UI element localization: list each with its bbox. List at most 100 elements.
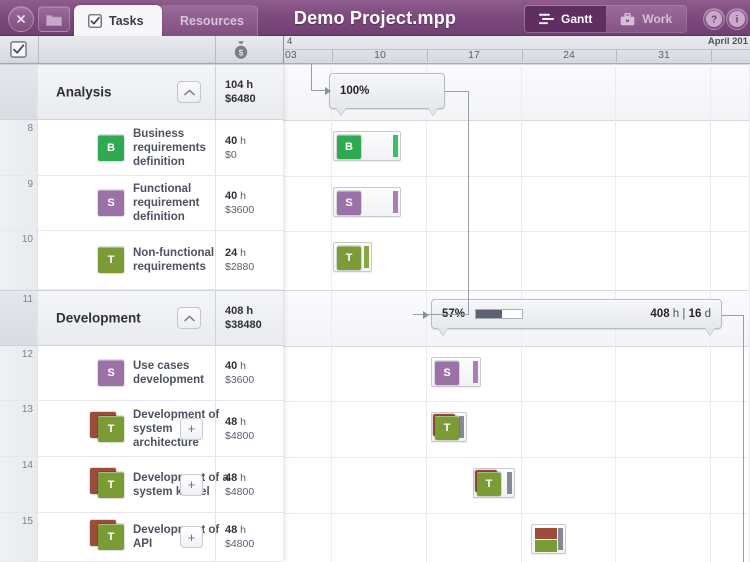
timeline-tick-label: 17 <box>468 49 480 61</box>
title-bar: Tasks Resources Demo Project.mpp Gantt W… <box>0 0 750 36</box>
tab-tasks-label: Tasks <box>109 13 144 28</box>
summary-bar-notch <box>428 108 438 115</box>
timeline-month-right: April 201 <box>707 36 748 47</box>
gantt-row-separator <box>283 120 750 121</box>
task-hours-unit: h <box>240 360 247 372</box>
row-number: 8 <box>27 123 33 134</box>
group-row[interactable]: Analysis 104 h $6480 <box>0 64 283 120</box>
row-body: TDevelopment of a system kernel+48 h$480… <box>38 457 283 512</box>
group-name: Development <box>56 310 141 326</box>
table-row[interactable]: 14 TDevelopment of a system kernel+48 h$4… <box>0 457 283 513</box>
column-header: $ 4 April 201 03 10 17 24 31 <box>0 36 750 64</box>
row-number: 10 <box>21 234 33 245</box>
table-row[interactable]: 10 T Non-functional requirements 24 h $2880 <box>0 231 283 290</box>
view-mode-gantt-label: Gantt <box>561 12 593 26</box>
header-check-column[interactable] <box>10 41 27 58</box>
checkbox-icon <box>10 41 27 58</box>
task-hours-unit: h <box>240 471 247 484</box>
task-hours: 48 <box>225 524 238 536</box>
help-button[interactable]: ? <box>703 8 725 30</box>
view-mode-gantt[interactable]: Gantt <box>525 6 607 32</box>
gantt-task-bar[interactable]: T <box>333 242 372 272</box>
gantt-row-separator <box>283 401 750 402</box>
gantt-summary-bar-development[interactable]: 57% 408 h | 16 d <box>431 299 722 335</box>
gantt-row-separator <box>283 290 750 291</box>
svg-text:?: ? <box>711 15 717 26</box>
gantt-task-bar[interactable]: S <box>431 357 481 387</box>
add-resource-button[interactable]: + <box>180 417 203 440</box>
task-hours: 48 <box>225 471 238 484</box>
row-metrics: 104 h $6480 <box>215 65 283 119</box>
table-row[interactable]: 9 S Functional requirement definition 40 h $… <box>0 176 283 231</box>
row-metrics: 40 h $0 <box>215 120 283 175</box>
gantt-task-bar[interactable]: B <box>333 131 401 161</box>
table-row[interactable]: 12 S Use cases development 40 h $3600 <box>0 346 283 401</box>
add-resource-button[interactable]: + <box>180 526 203 548</box>
task-bar-badge: T <box>435 416 459 440</box>
info-button[interactable]: i <box>726 8 748 30</box>
summary-duration-unit: d <box>704 308 711 320</box>
gantt-row-separator <box>283 231 750 232</box>
gantt-task-bar[interactable]: T <box>431 412 467 442</box>
timeline-tick-mark <box>711 50 712 62</box>
view-mode-work-label: Work <box>642 12 673 26</box>
group-name: Analysis <box>56 84 112 100</box>
open-folder-button[interactable] <box>38 6 70 32</box>
row-number-gutter: 13 <box>0 401 38 456</box>
group-row[interactable]: 11 Development 408 h $38480 <box>0 290 283 346</box>
task-hours: 40 <box>225 190 238 202</box>
gantt-task-bar[interactable]: T <box>473 468 515 498</box>
money-bag-icon: $ <box>234 41 248 59</box>
timeline-tick-mark <box>522 50 523 62</box>
summary-percent: 100% <box>340 85 370 97</box>
collapse-group-button[interactable] <box>177 307 201 329</box>
row-body: T Non-functional requirements 24 h $2880 <box>38 231 283 289</box>
summary-bar-notch <box>336 108 346 115</box>
header-cost-column[interactable]: $ <box>232 40 250 60</box>
row-body: T Development of API +48 h $4800 <box>38 513 283 561</box>
timeline-tick-row: 03 10 17 24 31 <box>284 49 750 63</box>
row-metrics: 48 h $4800 <box>215 513 283 561</box>
gantt-dependency-line <box>413 314 469 315</box>
task-hours: 40 <box>225 360 238 372</box>
tab-resources[interactable]: Resources <box>158 5 258 36</box>
timeline-month-left: 4 <box>287 36 293 47</box>
collapse-group-button[interactable] <box>177 81 201 103</box>
table-row[interactable]: 8 B Business requirements definition 40 h $0 <box>0 120 283 176</box>
row-metrics: 48 h $4800 <box>215 401 283 456</box>
tab-tasks[interactable]: Tasks <box>74 5 162 36</box>
timeline-tick-label: 24 <box>563 49 575 61</box>
row-number: 14 <box>21 460 33 471</box>
task-hours: 104 <box>225 79 244 91</box>
table-row[interactable]: 15 T Development of API +48 h $4800 <box>0 513 283 562</box>
row-body: S Functional requirement definition 40 h $3… <box>38 176 283 230</box>
row-metrics: 48 h $4800 <box>215 457 283 512</box>
gantt-summary-bar-analysis[interactable]: 100% <box>329 73 445 115</box>
row-number-gutter: 15 <box>0 513 38 561</box>
close-button[interactable] <box>8 6 34 32</box>
header-divider <box>38 36 39 63</box>
view-mode-work[interactable]: Work <box>606 6 687 32</box>
gantt-task-bar[interactable]: S <box>333 187 401 217</box>
tab-resources-label: Resources <box>180 14 244 28</box>
gantt-icon <box>539 13 554 25</box>
summary-hours-unit: h <box>672 308 680 320</box>
summary-progress-fill <box>476 310 503 318</box>
task-bar-progress-stripe <box>364 246 369 268</box>
task-cost: $3600 <box>225 374 255 386</box>
row-metrics: 408 h $38480 <box>215 291 283 345</box>
task-type-badge: T <box>98 471 124 498</box>
task-bar-badge: T <box>337 246 361 270</box>
task-cost: $4800 <box>225 538 255 550</box>
task-type-badge: B <box>98 134 124 161</box>
task-cost: $2880 <box>225 261 255 273</box>
add-resource-button[interactable]: + <box>180 473 203 496</box>
view-mode-switch[interactable]: Gantt Work <box>524 5 688 33</box>
task-bar-progress-stripe <box>393 135 398 157</box>
task-bar-badge-bottom <box>535 540 557 552</box>
gantt-task-bar[interactable] <box>531 524 566 554</box>
task-hours-unit: h <box>240 134 247 147</box>
row-body: S Use cases development 40 h $3600 <box>38 346 283 400</box>
task-cost: $38480 <box>225 319 262 331</box>
table-row[interactable]: 13 T Development of system architecture +48… <box>0 401 283 457</box>
